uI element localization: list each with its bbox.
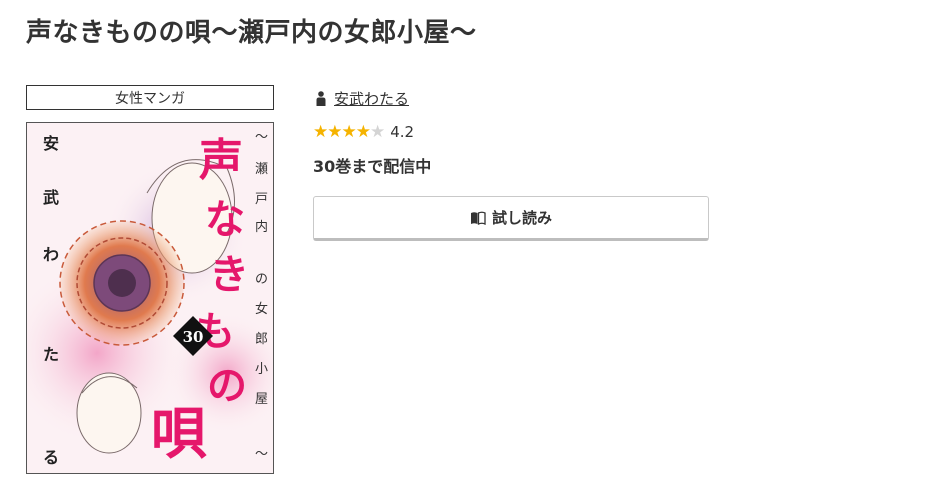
cover-subtitle-char: 女 xyxy=(255,301,268,317)
star-filled-icon: ★ xyxy=(313,121,328,142)
book-detail-page: 声なきものの唄～瀬戸内の女郎小屋～ 女性マンガ 安 武 わ た る 声 な き … xyxy=(0,0,947,490)
author-row: 安武わたる xyxy=(316,88,409,109)
cover-subtitle-char: 内 xyxy=(255,219,268,235)
cover-title-char: 唄 xyxy=(151,401,207,467)
person-icon xyxy=(316,91,326,106)
cover-author-char: 安 xyxy=(43,134,59,153)
author-link[interactable]: 安武わたる xyxy=(334,88,409,109)
cover-title-char: な xyxy=(205,196,245,243)
trial-read-button[interactable]: 試し読み xyxy=(313,196,709,241)
cover-image[interactable]: 安 武 わ た る 声 な き も の 唄 ～ 瀬 戸 内 の 女 郎 小 屋 … xyxy=(26,122,274,474)
trial-read-label: 試し読み xyxy=(491,210,552,227)
volumes-status: 30巻まで配信中 xyxy=(313,157,432,176)
cover-title-char: 声 xyxy=(199,135,243,186)
rating-value: 4.2 xyxy=(390,123,415,141)
cover-subtitle-char: 小 xyxy=(255,362,268,377)
cover-author-char: わ xyxy=(43,245,59,264)
cover-subtitle-char: ～ xyxy=(255,130,268,145)
star-filled-icon: ★ xyxy=(327,121,342,142)
cover-title-char: の xyxy=(207,362,247,409)
cover-subtitle-char: ～ xyxy=(255,447,268,462)
cover-title-char: き xyxy=(209,251,249,298)
cover-author-char: た xyxy=(43,345,59,364)
cover-author-char: る xyxy=(43,448,59,467)
cover-volume-number: 30 xyxy=(183,328,204,346)
cover-subtitle-char: の xyxy=(255,272,268,287)
cover-author-char: 武 xyxy=(43,188,59,207)
rating-stars: ★★★★★ xyxy=(313,121,385,142)
genre-label: 女性マンガ xyxy=(115,90,185,107)
page-title: 声なきものの唄～瀬戸内の女郎小屋～ xyxy=(26,18,477,48)
cover-art: 安 武 わ た る 声 な き も の 唄 ～ 瀬 戸 内 の 女 郎 小 屋 … xyxy=(27,123,273,473)
star-empty-icon: ★ xyxy=(370,121,385,142)
rating-row: ★★★★★ 4.2 xyxy=(313,123,414,141)
star-filled-icon: ★ xyxy=(341,121,357,142)
open-book-icon xyxy=(470,211,486,225)
cover-subtitle-char: 郎 xyxy=(255,332,268,347)
cover-subtitle-char: 屋 xyxy=(255,392,268,407)
cover-subtitle-char: 瀬 xyxy=(255,162,268,177)
genre-badge[interactable]: 女性マンガ xyxy=(26,85,274,110)
star-filled-icon: ★ xyxy=(355,121,371,142)
cover-subtitle-char: 戸 xyxy=(255,192,268,207)
